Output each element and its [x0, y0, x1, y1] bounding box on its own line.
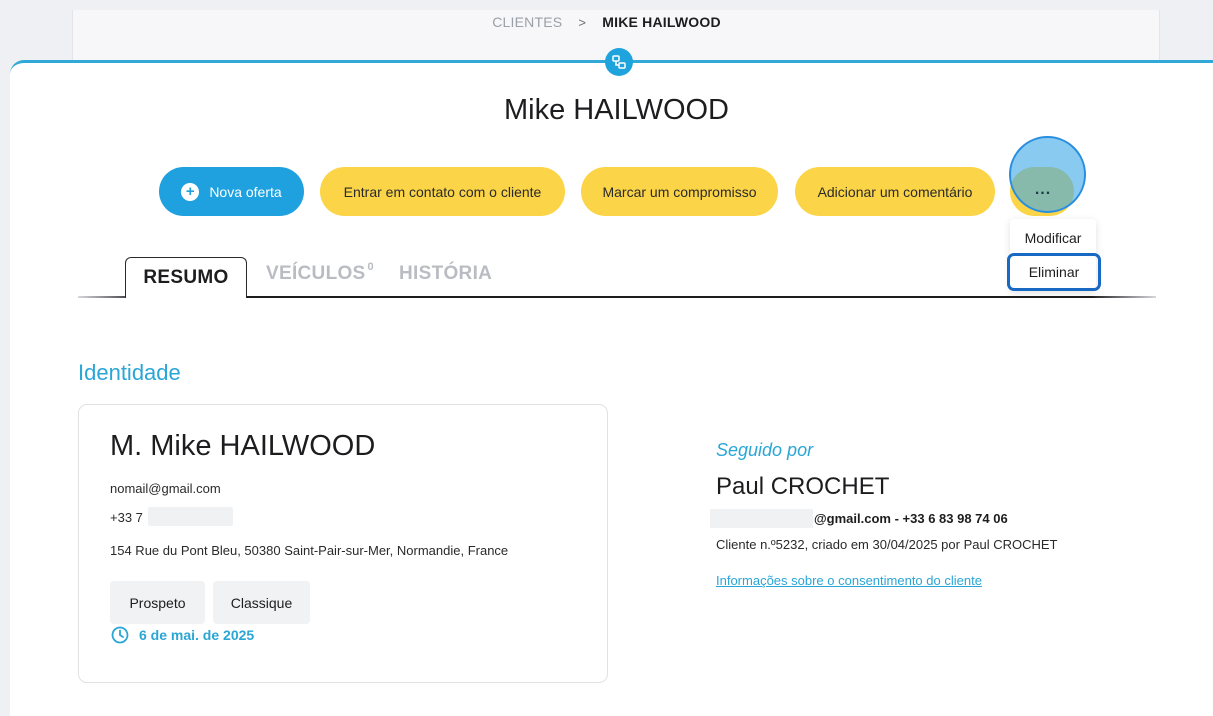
contact-client-button[interactable]: Entrar em contato com o cliente: [320, 167, 565, 216]
client-full-name: M. Mike HAILWOOD: [110, 430, 376, 462]
tab-summary[interactable]: RESUMO: [125, 257, 247, 298]
vehicles-count-badge: 0: [367, 261, 374, 273]
client-date: 6 de mai. de 2025: [111, 626, 254, 644]
breadcrumb: CLIENTES > MIKE HAILWOOD: [0, 14, 1213, 30]
client-date-text: 6 de mai. de 2025: [139, 627, 255, 643]
tab-history[interactable]: HISTÓRIA: [399, 263, 492, 285]
menu-item-delete[interactable]: Eliminar: [1007, 253, 1101, 291]
new-offer-button[interactable]: + Nova oferta: [159, 167, 304, 216]
plus-icon: +: [181, 182, 200, 201]
client-email: nomail@gmail.com: [110, 481, 221, 496]
breadcrumb-chevron-icon: >: [578, 15, 587, 30]
more-actions-menu: Modificar Eliminar: [1007, 219, 1101, 291]
followed-by-label: Seguido por: [716, 440, 814, 460]
phone-redaction: [148, 507, 233, 526]
page-title: Mike HAILWOOD: [503, 94, 730, 126]
client-transfer-icon: [605, 48, 633, 76]
tab-vehicles-label: VEÍCULOS: [266, 263, 366, 284]
client-phone: +33 7: [110, 510, 143, 525]
new-offer-label: Nova oferta: [209, 183, 282, 200]
tag-classique: Classique: [213, 581, 310, 624]
client-address: 154 Rue du Pont Bleu, 50380 Saint-Pair-s…: [110, 543, 509, 558]
consent-info-link[interactable]: Informações sobre o consentimento do cli…: [716, 573, 982, 588]
menu-item-modify[interactable]: Modificar: [1010, 230, 1096, 246]
identity-section-title: Identidade: [78, 360, 181, 385]
tab-vehicles[interactable]: VEÍCULOS 0: [266, 261, 374, 285]
more-dots-icon[interactable]: ...: [1015, 170, 1071, 210]
schedule-appointment-button[interactable]: Marcar um compromisso: [581, 167, 778, 216]
breadcrumb-clients-link[interactable]: CLIENTES: [492, 14, 562, 30]
email-redaction: [710, 509, 813, 528]
tag-prospect: Prospeto: [110, 581, 205, 624]
breadcrumb-current: MIKE HAILWOOD: [602, 14, 721, 30]
clock-icon: [111, 626, 129, 644]
followed-by-name: Paul CROCHET: [716, 473, 890, 500]
add-comment-button[interactable]: Adicionar um comentário: [795, 167, 995, 216]
client-record-info: Cliente n.º5232, criado em 30/04/2025 po…: [716, 537, 1058, 552]
followed-by-contact: @gmail.com - +33 6 83 98 74 06: [814, 511, 1008, 526]
